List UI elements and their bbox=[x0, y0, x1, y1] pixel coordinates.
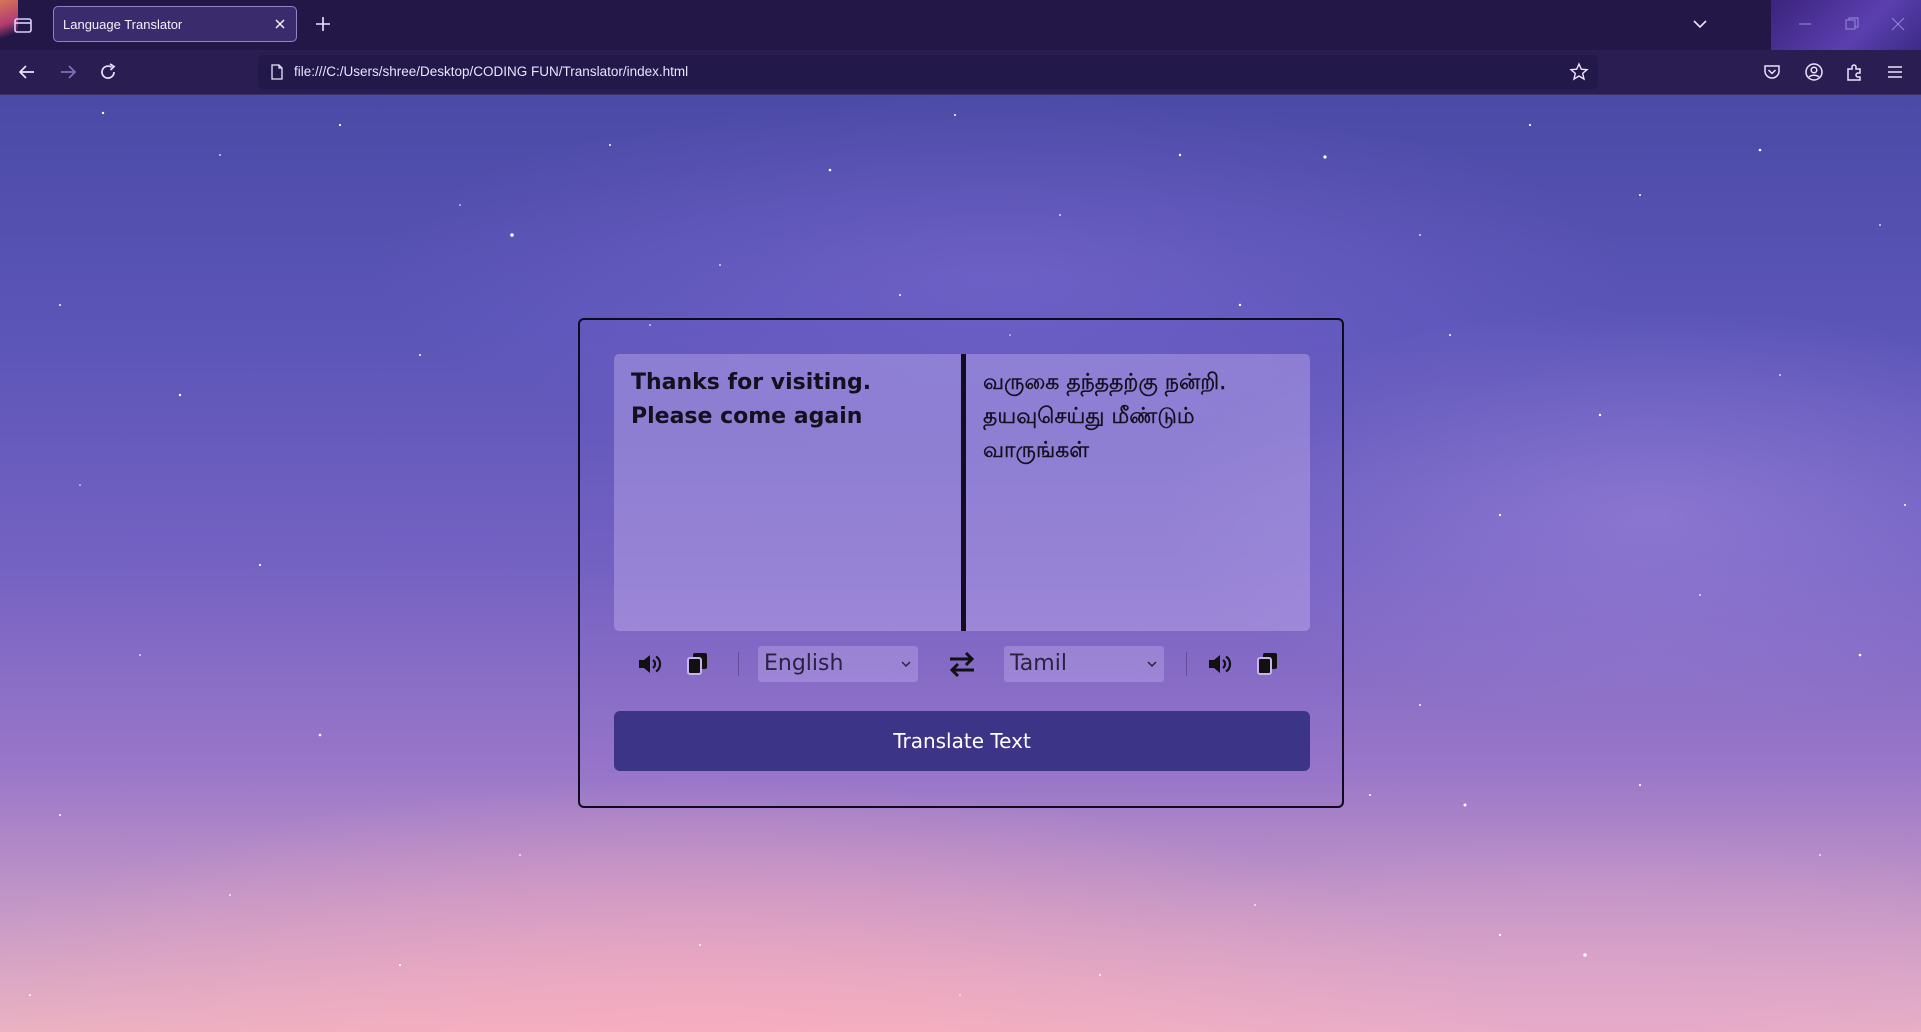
active-tab[interactable]: Language Translator bbox=[53, 6, 297, 42]
textarea-divider bbox=[961, 354, 966, 631]
to-textarea[interactable]: வருகை தந்ததற்கு நன்றி. தயவுசெய்து மீண்டு… bbox=[983, 366, 1298, 616]
swap-arrows-icon[interactable] bbox=[947, 648, 977, 680]
speaker-icon[interactable] bbox=[1206, 650, 1234, 678]
forward-arrow-icon[interactable] bbox=[57, 61, 79, 83]
page-viewport: Thanks for visiting. Please come again வ… bbox=[0, 95, 1921, 1032]
to-language-value: Tamil bbox=[1010, 651, 1067, 676]
tab-title: Language Translator bbox=[63, 17, 183, 32]
from-textarea[interactable]: Thanks for visiting. Please come again bbox=[631, 366, 946, 616]
controls-row: English Tamil bbox=[614, 640, 1310, 686]
to-language-select[interactable]: Tamil bbox=[1004, 646, 1164, 682]
browser-tab-bar: Language Translator bbox=[0, 0, 1921, 51]
from-language-value: English bbox=[764, 651, 844, 676]
copy-icon[interactable] bbox=[684, 650, 712, 678]
restore-icon[interactable] bbox=[1843, 15, 1861, 33]
close-tab-icon[interactable] bbox=[272, 16, 288, 32]
extensions-icon[interactable] bbox=[1843, 61, 1865, 83]
text-input-area: Thanks for visiting. Please come again வ… bbox=[614, 354, 1310, 631]
back-arrow-icon[interactable] bbox=[16, 61, 38, 83]
window-controls bbox=[1771, 0, 1921, 50]
chevron-down-icon[interactable] bbox=[1690, 14, 1710, 34]
pocket-icon[interactable] bbox=[1761, 61, 1783, 83]
browser-nav-bar: file:///C:/Users/shree/Desktop/CODING FU… bbox=[0, 50, 1921, 95]
translator-container: Thanks for visiting. Please come again வ… bbox=[578, 318, 1344, 808]
tab-overview-icon[interactable] bbox=[12, 14, 34, 36]
chevron-down-icon bbox=[1147, 661, 1157, 668]
address-bar[interactable]: file:///C:/Users/shree/Desktop/CODING FU… bbox=[258, 55, 1598, 89]
bookmark-star-icon[interactable] bbox=[1568, 61, 1590, 83]
url-text: file:///C:/Users/shree/Desktop/CODING FU… bbox=[294, 64, 689, 79]
speaker-icon[interactable] bbox=[636, 650, 664, 678]
page-icon bbox=[271, 64, 283, 80]
chevron-down-icon bbox=[901, 661, 911, 668]
new-tab-icon[interactable] bbox=[313, 14, 333, 34]
from-language-select[interactable]: English bbox=[758, 646, 918, 682]
control-separator bbox=[738, 652, 739, 676]
control-separator bbox=[1186, 652, 1187, 676]
menu-icon[interactable] bbox=[1884, 61, 1906, 83]
translate-button[interactable]: Translate Text bbox=[614, 711, 1310, 771]
account-icon[interactable] bbox=[1803, 61, 1825, 83]
copy-icon[interactable] bbox=[1254, 650, 1282, 678]
close-window-icon[interactable] bbox=[1889, 15, 1907, 33]
minimize-icon[interactable] bbox=[1796, 15, 1814, 33]
reload-icon[interactable] bbox=[97, 61, 119, 83]
